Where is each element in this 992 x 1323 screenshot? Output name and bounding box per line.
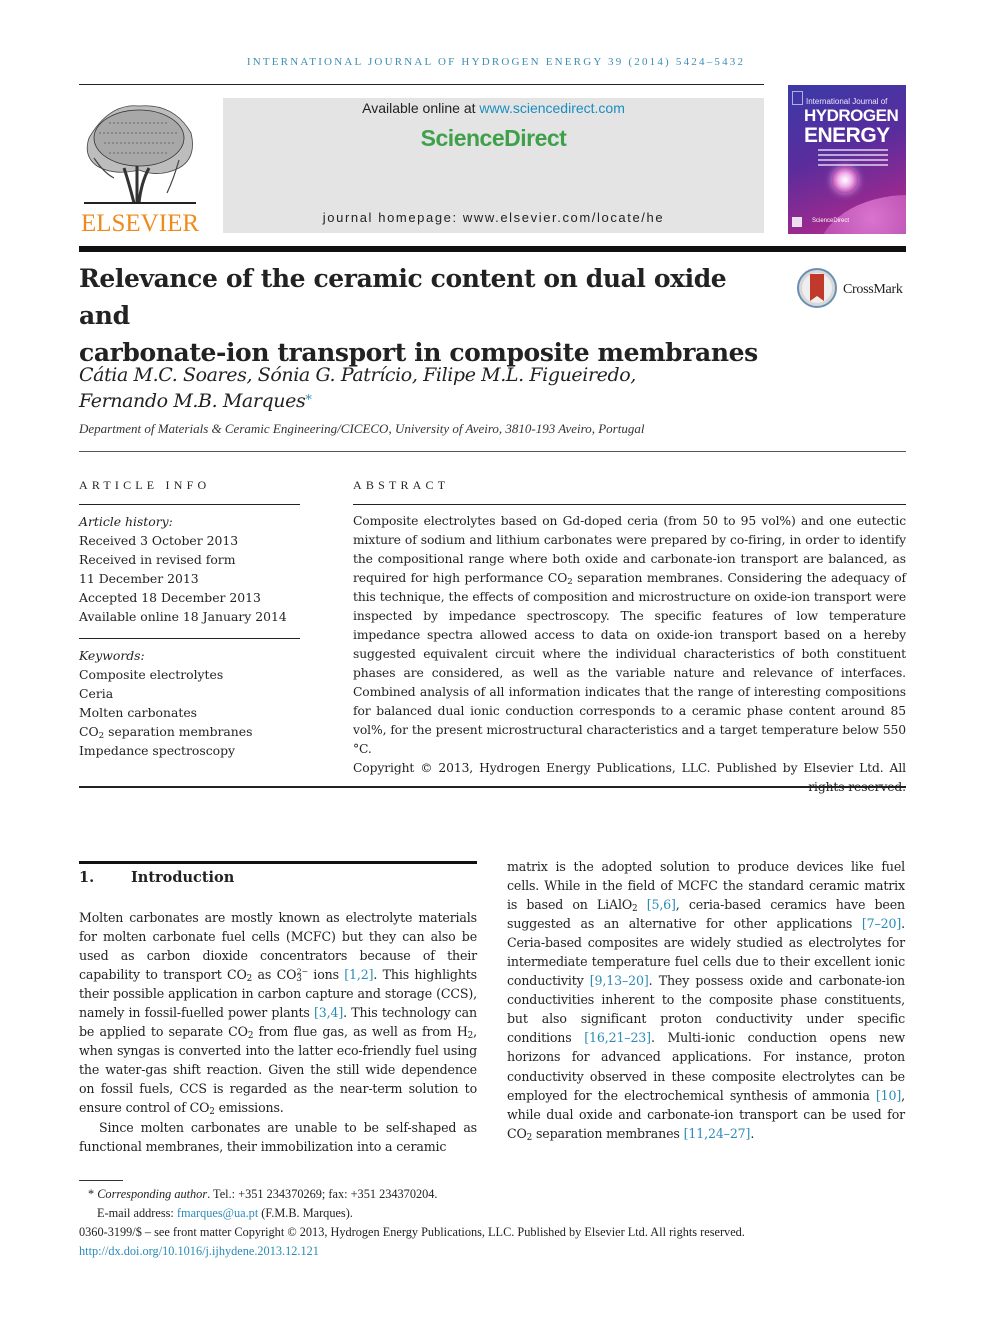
keyword-item: Composite electrolytes xyxy=(79,667,224,682)
history-item: Available online 18 January 2014 xyxy=(79,609,287,624)
citation-link[interactable]: [16,21–23] xyxy=(584,1030,651,1045)
article-info-rule xyxy=(79,504,300,505)
abstract-end-rule xyxy=(79,786,906,788)
section-heading-introduction: 1. Introduction xyxy=(79,869,234,886)
running-head: INTERNATIONAL JOURNAL OF HYDROGEN ENERGY… xyxy=(246,56,746,68)
cover-editors xyxy=(818,149,888,169)
journal-cover-image[interactable]: International Journal of HYDROGEN ENERGY… xyxy=(788,85,906,234)
section-title: Introduction xyxy=(131,869,235,886)
author-list: Cátia M.C. Soares, Sónia G. Patrício, Fi… xyxy=(79,362,779,414)
abstract-body: Composite electrolytes based on Gd-doped… xyxy=(353,512,906,797)
article-title: Relevance of the ceramic content on dual… xyxy=(79,260,779,371)
cover-publisher-icon xyxy=(792,217,802,227)
body-column-left: Molten carbonates are mostly known as el… xyxy=(79,908,477,1156)
keyword-item: Impedance spectroscopy xyxy=(79,743,236,758)
sciencedirect-logo[interactable]: ScienceDirect xyxy=(223,125,764,152)
affiliation: Department of Materials & Ceramic Engine… xyxy=(79,421,645,436)
paragraph: Molten carbonates are mostly known as el… xyxy=(79,910,478,1118)
history-item: Received in revised form xyxy=(79,552,236,567)
elsevier-wordmark: ELSEVIER xyxy=(80,210,200,237)
authors-line2: Fernando M.B. Marques xyxy=(79,390,306,412)
email-note: E-mail address: fmarques@ua.pt (F.M.B. M… xyxy=(97,1206,353,1220)
available-online-prefix: Available online at xyxy=(362,100,480,116)
section-number: 1. xyxy=(79,869,95,886)
keyword-item: CO2 separation membranes xyxy=(79,724,253,741)
article-info-heading: ARTICLE INFO xyxy=(79,478,211,492)
doi-link[interactable]: http://dx.doi.org/10.1016/j.ijhydene.201… xyxy=(79,1242,919,1261)
cover-orb-graphic xyxy=(832,167,858,193)
crossmark-label[interactable]: CrossMark xyxy=(843,282,903,298)
history-label: Article history: xyxy=(79,514,173,529)
abstract-text: Composite electrolytes based on Gd-doped… xyxy=(353,514,906,756)
body-column-right: matrix is the adopted solution to produc… xyxy=(507,857,905,1143)
cover-line2: HYDROGEN xyxy=(804,106,899,125)
citation-link[interactable]: [9,13–20] xyxy=(590,973,649,988)
paragraph: matrix is the adopted solution to produc… xyxy=(507,859,906,1143)
affiliation-rule xyxy=(79,451,906,452)
paragraph: Since molten carbonates are unable to be… xyxy=(79,1119,477,1154)
email-link[interactable]: fmarques@ua.pt xyxy=(177,1206,258,1220)
citation-link[interactable]: [3,4] xyxy=(314,1005,343,1020)
citation-link[interactable]: [10] xyxy=(876,1088,901,1103)
journal-homepage[interactable]: journal homepage: www.elsevier.com/locat… xyxy=(223,210,764,225)
citation-link[interactable]: [5,6] xyxy=(647,897,676,912)
history-item: Accepted 18 December 2013 xyxy=(79,590,261,605)
cover-line3: ENERGY xyxy=(804,124,890,147)
abstract-rule xyxy=(353,504,906,505)
cover-planet-graphic xyxy=(818,195,906,234)
elsevier-badge-icon xyxy=(792,91,803,105)
keywords: Keywords: Composite electrolytes Ceria M… xyxy=(79,646,309,760)
article-history: Article history: Received 3 October 2013… xyxy=(79,512,309,626)
corresponding-author-mark[interactable]: * xyxy=(305,393,312,408)
cover-footer: ScienceDirect xyxy=(812,218,850,224)
section-rule xyxy=(79,861,477,864)
keyword-item: Molten carbonates xyxy=(79,705,198,720)
history-item: Received 3 October 2013 xyxy=(79,533,239,548)
abstract-heading: ABSTRACT xyxy=(353,478,450,492)
keywords-label: Keywords: xyxy=(79,648,145,663)
citation-link[interactable]: [7–20] xyxy=(862,916,901,931)
footnotes: * Corresponding author. Tel.: +351 23437… xyxy=(79,1185,919,1261)
masthead-rule xyxy=(79,246,906,252)
keywords-rule xyxy=(79,638,300,639)
authors-line1: Cátia M.C. Soares, Sónia G. Patrício, Fi… xyxy=(79,364,636,386)
cover-line1: International Journal of xyxy=(806,97,888,106)
history-item: 11 December 2013 xyxy=(79,571,199,586)
abstract-copyright: Copyright © 2013, Hydrogen Energy Public… xyxy=(353,761,906,794)
sciencedirect-link[interactable]: www.sciencedirect.com xyxy=(479,100,625,116)
corresponding-author-note: * Corresponding author. Tel.: +351 23437… xyxy=(88,1187,438,1201)
keyword-item: Ceria xyxy=(79,686,114,701)
citation-link[interactable]: [1,2] xyxy=(344,967,373,982)
footnote-rule xyxy=(79,1180,123,1181)
citation-link[interactable]: [11,24–27] xyxy=(684,1126,751,1141)
available-online-text: Available online at www.sciencedirect.co… xyxy=(223,100,764,116)
title-line1: Relevance of the ceramic content on dual… xyxy=(79,264,727,330)
issn-copyright: 0360-3199/$ – see front matter Copyright… xyxy=(79,1225,745,1239)
header-rule xyxy=(79,84,764,85)
